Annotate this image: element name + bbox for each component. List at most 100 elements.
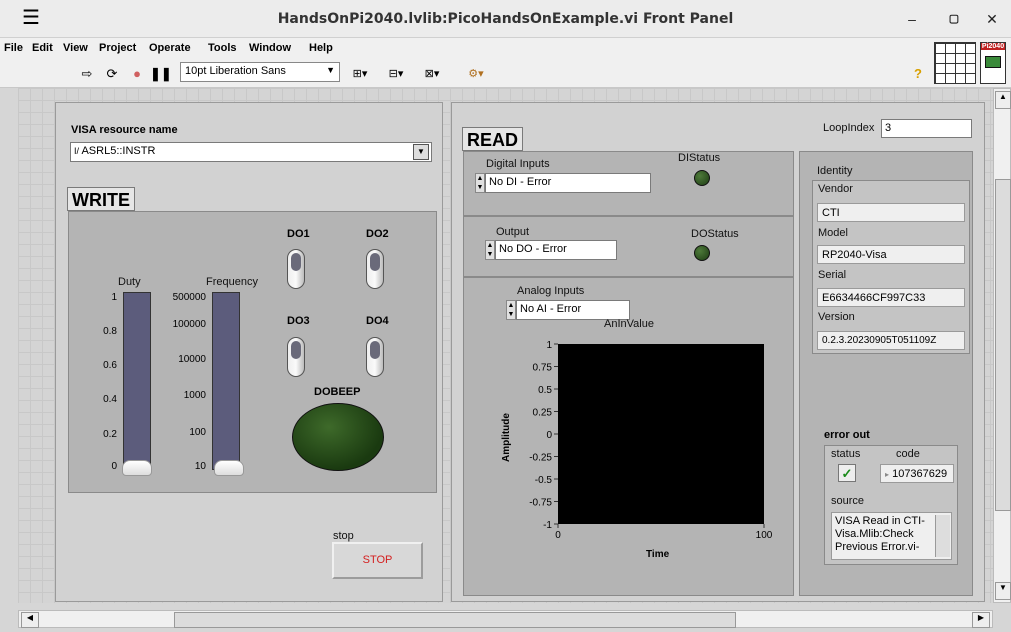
abort-icon[interactable]: ●	[128, 64, 146, 84]
source-label: source	[831, 495, 865, 507]
y-tick-label: -1	[543, 520, 552, 531]
freq-tick: 10	[194, 461, 206, 472]
y-tick-label: 0.5	[538, 385, 552, 396]
ai-spinner[interactable]: ▲ ▼	[506, 300, 516, 320]
dobeep-button[interactable]	[292, 403, 384, 471]
freq-tick: 100000	[172, 319, 206, 330]
duty-label: Duty	[118, 276, 141, 288]
output-field[interactable]: No DO - Error	[495, 240, 617, 260]
analog-inputs-field[interactable]: No AI - Error	[516, 300, 630, 320]
freq-tick: 1000	[183, 390, 206, 401]
window-title: HandsOnPi2040.lvlib:PicoHandsOnExample.v…	[277, 11, 734, 27]
freq-tick: 100	[189, 427, 206, 438]
do2-toggle[interactable]	[366, 249, 384, 289]
stop-button[interactable]: STOP	[332, 542, 423, 579]
serial-field: E6634466CF997C33	[817, 288, 965, 307]
freq-tick: 10000	[178, 354, 206, 365]
horizontal-scroll-thumb[interactable]	[174, 612, 736, 628]
vertical-scrollbar[interactable]: ▲ ▼	[993, 88, 1011, 603]
scroll-left-icon[interactable]: ◀	[21, 612, 39, 628]
frequency-slider[interactable]	[212, 292, 240, 470]
scroll-right-icon[interactable]: ▶	[972, 612, 990, 628]
visa-icon: I/	[74, 146, 80, 156]
x-tick-label: 0	[555, 530, 561, 541]
scroll-up-icon[interactable]: ▲	[995, 91, 1011, 109]
menu-help[interactable]: Help	[309, 42, 333, 54]
duty-slider-thumb[interactable]	[122, 460, 152, 476]
y-tick-label: 0	[546, 430, 552, 441]
error-source-field: VISA Read in CTI- Visa.Mlib:Check Previo…	[831, 512, 952, 560]
stop-label: stop	[333, 530, 354, 542]
horizontal-scrollbar[interactable]: ◀ ▶	[18, 610, 993, 628]
duty-tick: 0.4	[103, 394, 117, 405]
chart-title: AnInValue	[604, 318, 654, 330]
y-tick-label: 1	[546, 340, 552, 351]
chevron-down-icon: ▼	[326, 65, 335, 75]
frequency-slider-thumb[interactable]	[214, 460, 244, 476]
menu-edit[interactable]: Edit	[32, 42, 53, 54]
title-bar: ☰ HandsOnPi2040.lvlib:PicoHandsOnExample…	[0, 0, 1011, 38]
pause-icon[interactable]: ❚❚	[150, 64, 172, 84]
read-header: READ	[462, 127, 524, 151]
dobeep-label: DOBEEP	[314, 386, 361, 398]
menu-project[interactable]: Project	[99, 42, 136, 54]
y-tick-label: -0.75	[529, 498, 552, 509]
source-scrollbar[interactable]	[935, 515, 950, 557]
x-tick-label: 100	[756, 530, 773, 541]
vi-icon[interactable]: Pi2040	[980, 42, 1006, 84]
distribute-objects-icon[interactable]: ⊟▾	[382, 64, 410, 84]
vertical-scroll-thumb[interactable]	[995, 179, 1011, 511]
chip-icon	[985, 56, 1001, 68]
do1-label: DO1	[287, 228, 310, 240]
distatus-led	[694, 170, 710, 186]
version-label: Version	[818, 311, 855, 323]
duty-tick: 0.6	[103, 360, 117, 371]
status-label: status	[831, 448, 861, 460]
di-spinner[interactable]: ▲ ▼	[475, 173, 485, 193]
chart-xlabel: Time	[646, 549, 670, 560]
analog-inputs-label: Analog Inputs	[517, 285, 585, 297]
minimize-button[interactable]: –	[900, 8, 924, 30]
visa-resource-select[interactable]: I/ ASRL5::INSTR ▼	[70, 142, 432, 162]
connector-pane-icon[interactable]	[934, 42, 976, 84]
vendor-field: CTI	[817, 203, 965, 222]
visa-label: VISA resource name	[71, 124, 178, 136]
y-tick-label: -0.25	[529, 453, 552, 464]
code-spinner-icon: ▸	[885, 470, 890, 479]
menu-file[interactable]: File	[4, 42, 23, 54]
scroll-down-icon[interactable]: ▼	[995, 582, 1011, 600]
duty-slider[interactable]	[123, 292, 151, 470]
run-arrow-icon[interactable]: ⇨	[78, 64, 96, 84]
analog-chart: 10.750.50.250-0.25-0.5-0.75-10 100	[529, 340, 773, 541]
do-spinner[interactable]: ▲ ▼	[485, 240, 495, 260]
vendor-label: Vendor	[818, 183, 853, 195]
dropdown-arrow-icon[interactable]: ▼	[413, 144, 429, 160]
digital-inputs-field[interactable]: No DI - Error	[485, 173, 651, 193]
do4-toggle[interactable]	[366, 337, 384, 377]
do2-label: DO2	[366, 228, 389, 240]
font-select[interactable]: 10pt Liberation Sans ▼	[180, 62, 340, 82]
menu-tools[interactable]: Tools	[208, 42, 237, 54]
close-button[interactable]: ✕	[980, 8, 1004, 30]
loopindex-field: 3	[881, 119, 972, 138]
maximize-button[interactable]: ▢	[942, 8, 966, 30]
serial-label: Serial	[818, 269, 847, 281]
do1-toggle[interactable]	[287, 249, 305, 289]
menu-window[interactable]: Window	[249, 42, 291, 54]
resize-objects-icon[interactable]: ⊠▾	[418, 64, 446, 84]
reorder-icon[interactable]: ⚙▾	[462, 64, 490, 84]
distatus-label: DIStatus	[678, 152, 721, 164]
menu-operate[interactable]: Operate	[149, 42, 191, 54]
duty-tick: 0.2	[103, 429, 117, 440]
do3-toggle[interactable]	[287, 337, 305, 377]
duty-tick: 0.8	[103, 326, 117, 337]
run-continuous-icon[interactable]: ⟳	[103, 64, 121, 84]
y-tick-label: -0.5	[535, 475, 553, 486]
help-icon[interactable]: ?	[910, 64, 926, 84]
duty-tick: 0	[111, 461, 117, 472]
error-code-field: ▸ 107367629	[880, 464, 954, 483]
align-objects-icon[interactable]: ⊞▾	[346, 64, 374, 84]
loopindex-label: LoopIndex	[823, 122, 875, 134]
menu-view[interactable]: View	[63, 42, 88, 54]
y-tick-label: 0.25	[533, 408, 553, 419]
